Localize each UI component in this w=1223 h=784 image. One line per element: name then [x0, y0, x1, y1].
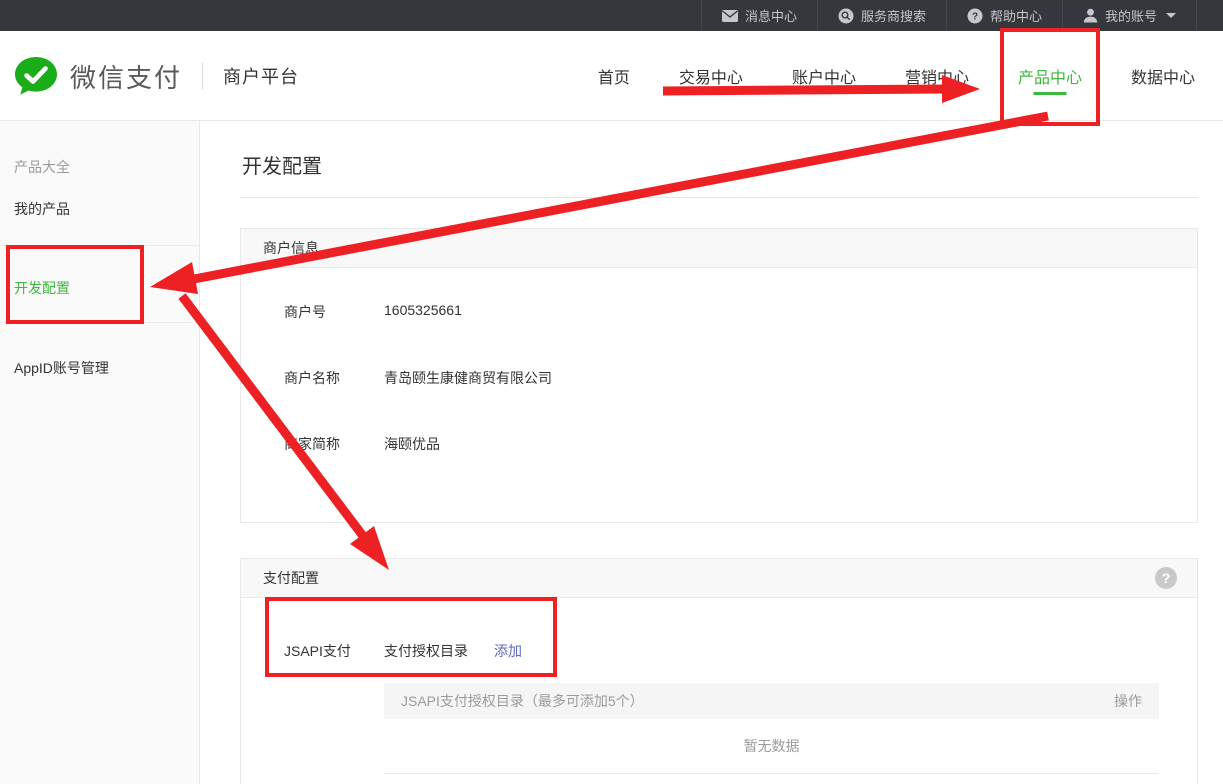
sidebar-item-appid-management[interactable]: AppID账号管理 [14, 358, 109, 378]
payment-config-card: 支付配置 ? JSAPI支付 支付授权目录 添加 JSAPI支付授权目录（最多可… [240, 558, 1198, 784]
field-value-merchant-id: 1605325661 [384, 302, 462, 318]
nav-item-product-center[interactable]: 产品中心 [1018, 64, 1082, 88]
logo-wordmark: 微信支付 [70, 58, 182, 95]
auth-directory-column-header: JSAPI支付授权目录（最多可添加5个） [401, 691, 644, 711]
field-value-merchant-short-name: 海颐优品 [384, 434, 440, 454]
payment-config-title: 支付配置 [263, 570, 319, 586]
auth-directory-label: 支付授权目录 [384, 641, 468, 661]
action-column-header: 操作 [1114, 691, 1142, 711]
topbar-item-label: 我的账号 [1105, 6, 1157, 25]
merchant-info-card-header: 商户信息 [241, 229, 1197, 268]
jsapi-pay-label: JSAPI支付 [284, 641, 351, 661]
nav-item-account-center[interactable]: 账户中心 [792, 64, 856, 88]
field-label-merchant-short-name: 商家简称 [284, 434, 340, 454]
topbar-item-label: 消息中心 [745, 6, 797, 25]
auth-directory-table: JSAPI支付授权目录（最多可添加5个） 操作 暂无数据 [384, 683, 1159, 774]
sidebar-item-dev-config[interactable]: 开发配置 [14, 278, 70, 298]
logo[interactable]: 微信支付 商户平台 [14, 31, 299, 121]
page-title: 开发配置 [242, 150, 322, 179]
site-header: 微信支付 商户平台 首页 交易中心 账户中心 营销中心 产品中心 数据中心 [0, 31, 1223, 121]
topbar-item-account[interactable]: 我的账号 [1062, 0, 1197, 31]
platform-label: 商户平台 [223, 63, 299, 89]
topbar-item-help[interactable]: ? 帮助中心 [946, 0, 1062, 31]
merchant-platform-page: 消息中心 服务商搜索 ? 帮助中心 我的账号 [0, 0, 1223, 784]
svg-text:?: ? [972, 11, 978, 22]
sidebar-section-label: 产品大全 [14, 157, 70, 177]
nav-item-transactions[interactable]: 交易中心 [679, 64, 743, 88]
chevron-down-icon [1166, 13, 1176, 18]
user-icon [1083, 8, 1098, 23]
field-label-merchant-id: 商户号 [284, 302, 326, 322]
sidebar: 产品大全 我的产品 开发配置 AppID账号管理 [0, 121, 200, 784]
wechat-pay-logo-icon [14, 56, 58, 96]
field-label-merchant-name: 商户名称 [284, 368, 340, 388]
auth-directory-table-header: JSAPI支付授权目录（最多可添加5个） 操作 [384, 683, 1159, 719]
top-utility-bar: 消息中心 服务商搜索 ? 帮助中心 我的账号 [0, 0, 1223, 31]
add-directory-link[interactable]: 添加 [494, 641, 522, 661]
question-icon[interactable]: ? [1155, 567, 1177, 589]
logo-divider [202, 63, 203, 89]
help-icon: ? [967, 8, 983, 24]
topbar-item-provider-search[interactable]: 服务商搜索 [817, 0, 946, 31]
search-icon [838, 8, 854, 24]
sidebar-divider [0, 322, 200, 323]
topbar-item-label: 帮助中心 [990, 6, 1042, 25]
nav-item-data-center[interactable]: 数据中心 [1131, 64, 1195, 88]
nav-item-home[interactable]: 首页 [598, 64, 630, 88]
nav-item-marketing-center[interactable]: 营销中心 [905, 64, 969, 88]
field-value-merchant-name: 青岛颐生康健商贸有限公司 [384, 368, 552, 388]
primary-nav: 首页 交易中心 账户中心 营销中心 产品中心 数据中心 [598, 64, 1195, 88]
topbar-item-label: 服务商搜索 [861, 6, 926, 25]
payment-config-card-header: 支付配置 ? [241, 559, 1197, 598]
empty-state-row: 暂无数据 [384, 719, 1159, 774]
sidebar-divider [0, 245, 200, 246]
empty-state-text: 暂无数据 [744, 736, 800, 756]
mail-icon [722, 10, 738, 22]
merchant-info-card: 商户信息 商户号 1605325661 商户名称 青岛颐生康健商贸有限公司 商家… [240, 228, 1198, 523]
sidebar-item-my-products[interactable]: 我的产品 [14, 199, 70, 219]
topbar-item-messages[interactable]: 消息中心 [701, 0, 817, 31]
title-divider [240, 197, 1199, 198]
